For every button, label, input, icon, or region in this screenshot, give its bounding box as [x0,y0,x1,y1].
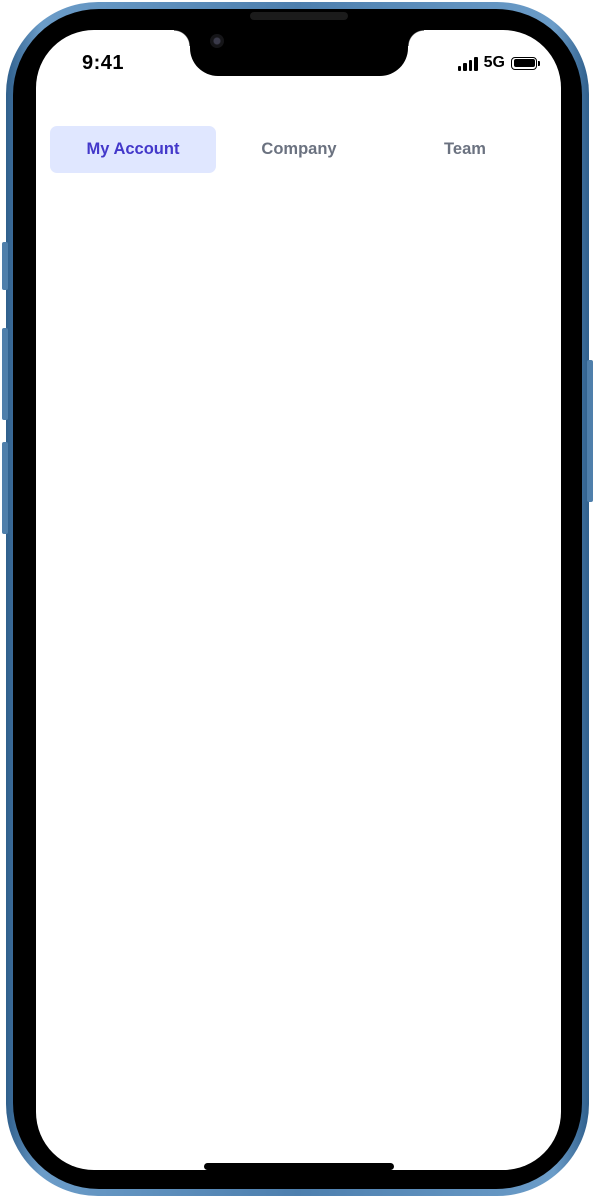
volume-down-button [2,442,8,534]
home-indicator[interactable] [204,1163,394,1170]
action-button [2,242,8,290]
screen: 9:41 5G My Account Company Team [36,30,561,1170]
battery-icon [511,56,540,70]
volume-up-button [2,328,8,420]
tab-my-account[interactable]: My Account [50,126,216,173]
tab-company[interactable]: Company [216,126,382,173]
status-indicators: 5G [457,54,540,72]
signal-icon [457,56,478,71]
tab-bar: My Account Company Team [50,126,548,173]
power-button [587,360,593,502]
network-type: 5G [483,54,505,71]
status-time: 9:41 [82,52,125,74]
status-bar: 9:41 5G [36,30,561,100]
tab-team[interactable]: Team [382,126,548,173]
earpiece-speaker [250,12,348,20]
